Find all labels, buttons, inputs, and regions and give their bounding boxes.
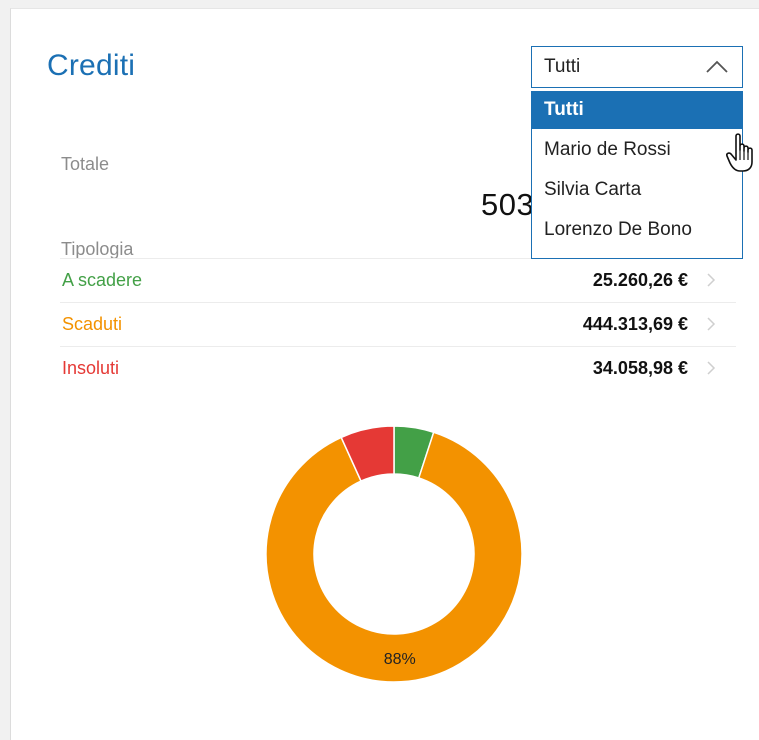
chevron-up-icon bbox=[706, 60, 728, 73]
donut-chart: 88% bbox=[265, 425, 523, 683]
option-silvia-carta[interactable]: Silvia Carta bbox=[532, 171, 742, 209]
option-tutti[interactable]: Tutti bbox=[532, 91, 742, 129]
row-a-scadere[interactable]: A scadere 25.260,26 € bbox=[60, 258, 736, 302]
select-value: Tutti bbox=[544, 56, 581, 77]
row-amount: 444.313,69 € bbox=[582, 314, 688, 334]
totale-value: 503 bbox=[481, 187, 535, 222]
data-label-slice-scaduti: 88% bbox=[384, 651, 416, 668]
row-amount: 25.260,26 € bbox=[592, 270, 688, 290]
option-mario-de-rossi[interactable]: Mario de Rossi bbox=[532, 131, 742, 169]
card-title: Crediti bbox=[47, 49, 136, 82]
chevron-right-icon bbox=[707, 273, 716, 287]
row-insoluti[interactable]: Insoluti 34.058,98 € bbox=[60, 346, 736, 390]
crediti-card: Crediti Tutti Tutti Mario de Rossi Silvi… bbox=[10, 8, 759, 740]
row-amount: 34.058,98 € bbox=[592, 358, 688, 378]
chevron-right-icon bbox=[707, 361, 716, 375]
row-label: Insoluti bbox=[62, 358, 120, 378]
tipologia-list: A scadere 25.260,26 € Scaduti 444.313,69… bbox=[60, 258, 736, 390]
select-dropdown: Tutti Mario de Rossi Silvia Carta Lorenz… bbox=[531, 91, 743, 259]
row-label: A scadere bbox=[62, 270, 143, 290]
row-scaduti[interactable]: Scaduti 444.313,69 € bbox=[60, 302, 736, 346]
option-lorenzo-de-bono[interactable]: Lorenzo De Bono bbox=[532, 211, 742, 249]
row-label: Scaduti bbox=[62, 314, 123, 334]
chevron-right-icon bbox=[707, 317, 716, 331]
totale-label: Totale bbox=[61, 154, 110, 174]
tipologia-label: Tipologia bbox=[61, 239, 134, 259]
hand-pointer-icon bbox=[726, 133, 753, 172]
filter-select[interactable]: Tutti bbox=[531, 46, 743, 88]
